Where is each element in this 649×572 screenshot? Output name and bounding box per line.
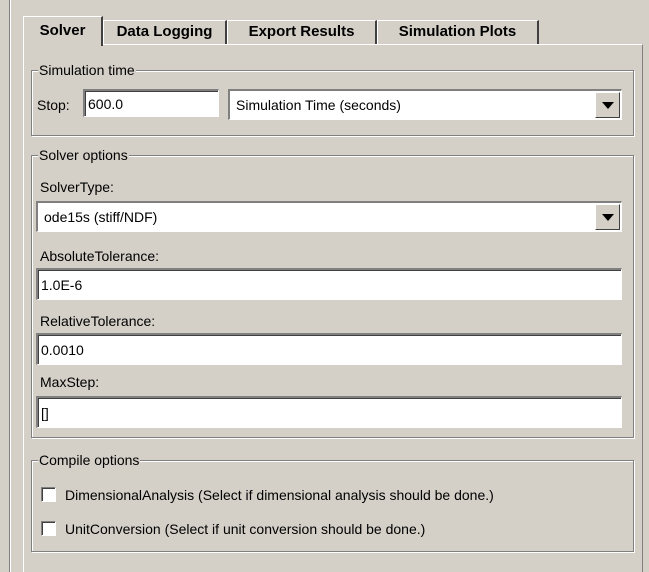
compile-options-group: Compile options DimensionalAnalysis (Sel… [31,452,634,552]
solver-options-group: Solver options SolverType: ode15s (stiff… [31,147,634,438]
solver-options-legend: Solver options [38,147,129,163]
absolute-tolerance-input[interactable] [36,268,622,300]
simulation-time-group: Simulation time Stop: Simulation Time (s… [31,62,634,136]
absolute-tolerance-label: AbsoluteTolerance: [40,248,160,264]
time-units-dropdown-button[interactable] [595,92,620,118]
left-border-highlight [10,0,11,572]
tab-export-results[interactable]: Export Results [227,20,377,44]
solver-type-combo[interactable]: ode15s (stiff/NDF) [36,201,622,232]
stop-label: Stop: [37,97,70,113]
solver-type-dropdown-button[interactable] [595,204,620,230]
dimensional-analysis-label: DimensionalAnalysis (Select if dimension… [65,487,494,503]
chevron-down-icon [602,102,614,109]
simulation-time-legend: Simulation time [38,62,136,78]
unit-conversion-checkbox[interactable] [41,521,56,536]
stop-time-input[interactable] [83,89,219,117]
tab-solver[interactable]: Solver [23,16,103,46]
tab-data-logging[interactable]: Data Logging [103,20,227,44]
solver-type-label: SolverType: [40,179,114,195]
relative-tolerance-label: RelativeTolerance: [40,313,156,329]
dimensional-analysis-checkbox[interactable] [41,487,56,502]
max-step-input[interactable] [36,396,622,428]
solver-type-value: ode15s (stiff/NDF) [44,209,158,225]
time-units-value: Simulation Time (seconds) [236,97,401,113]
max-step-label: MaxStep: [40,374,100,390]
chevron-down-icon [602,214,614,221]
relative-tolerance-input[interactable] [36,333,622,365]
unit-conversion-label: UnitConversion (Select if unit conversio… [65,521,426,537]
tab-simulation-plots[interactable]: Simulation Plots [377,20,539,44]
compile-options-legend: Compile options [38,452,141,468]
time-units-combo[interactable]: Simulation Time (seconds) [228,89,622,120]
